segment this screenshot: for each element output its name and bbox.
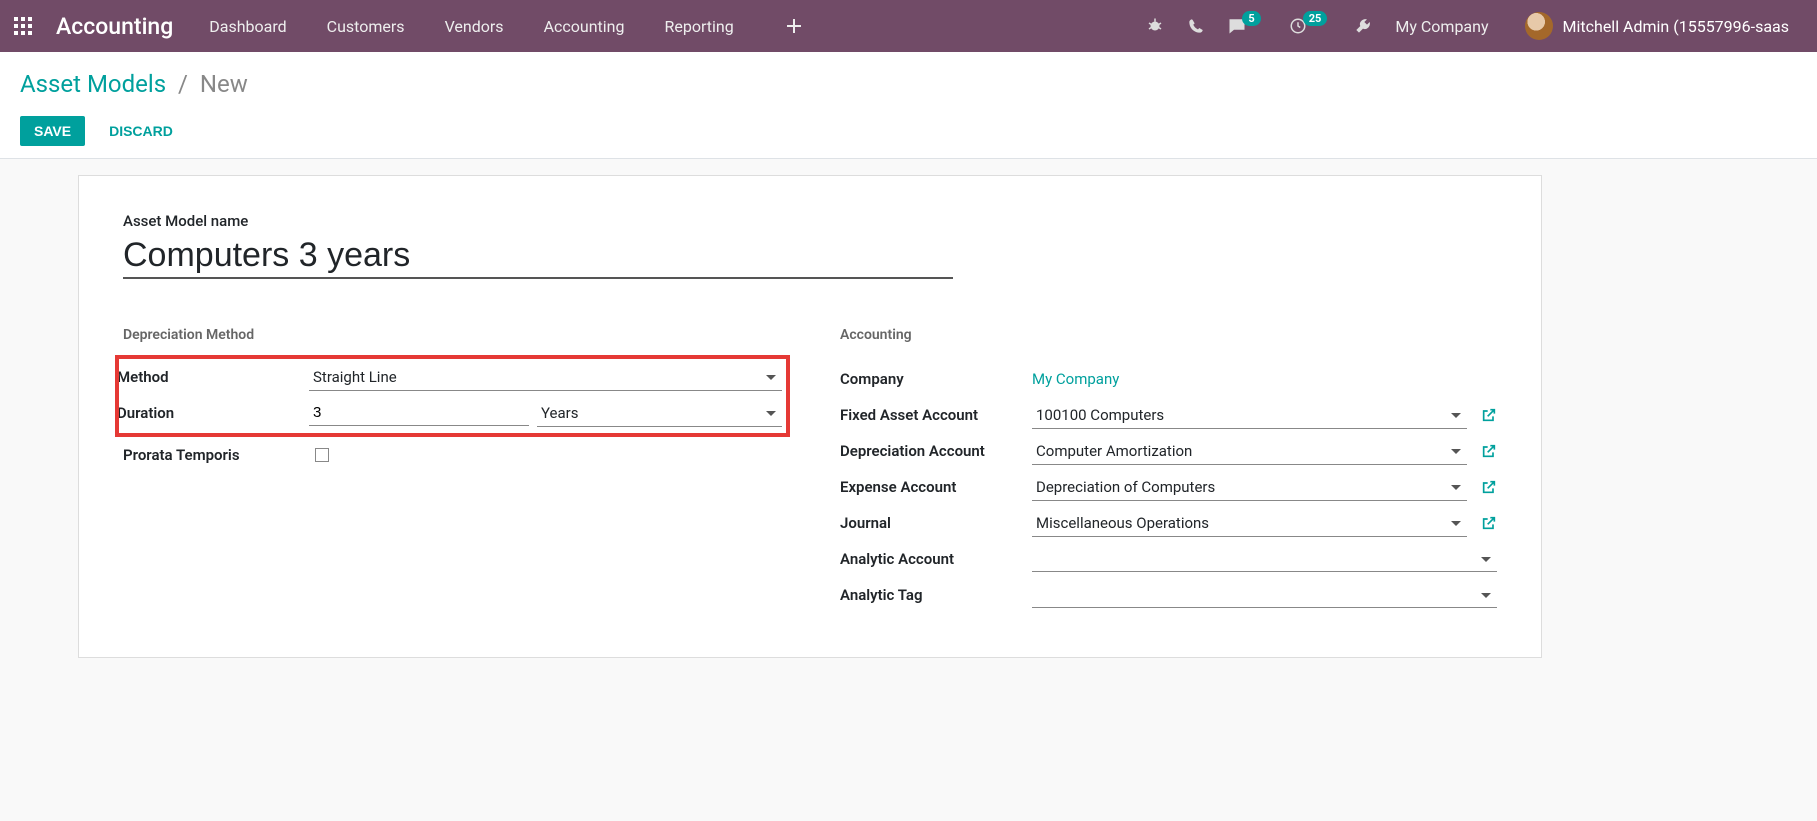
journal-label: Journal: [840, 514, 1032, 532]
deprec-acc-label: Depreciation Account: [840, 442, 1032, 460]
messages-badge: 5: [1242, 11, 1260, 26]
nav-new-button[interactable]: [786, 18, 802, 34]
duration-number-input[interactable]: [309, 400, 529, 426]
bug-icon: [1146, 17, 1164, 35]
breadcrumb-root[interactable]: Asset Models: [20, 70, 166, 98]
company-value-link[interactable]: My Company: [1032, 370, 1119, 388]
user-menu[interactable]: Mitchell Admin (15557996-saas: [1525, 12, 1789, 40]
prorata-label: Prorata Temporis: [123, 446, 315, 464]
deprec-acc-select[interactable]: Computer Amortization: [1032, 438, 1467, 465]
phone-icon: [1188, 18, 1204, 34]
highlight-annotation: Method Straight Line Duration Years: [117, 357, 788, 435]
method-label: Method: [117, 368, 309, 386]
journal-select[interactable]: Miscellaneous Operations: [1032, 510, 1467, 537]
fixed-asset-select[interactable]: 100100 Computers: [1032, 402, 1467, 429]
name-input[interactable]: [123, 234, 953, 279]
user-name: Mitchell Admin (15557996-saas: [1563, 17, 1789, 36]
name-field-label: Asset Model name: [123, 212, 1497, 230]
expense-acc-select[interactable]: Depreciation of Computers: [1032, 474, 1467, 501]
fixed-asset-external[interactable]: [1481, 407, 1497, 423]
external-link-icon: [1481, 479, 1497, 495]
breadcrumb: Asset Models / New: [20, 70, 1797, 98]
external-link-icon: [1481, 515, 1497, 531]
depreciation-group-title: Depreciation Method: [123, 327, 780, 343]
activities-badge: 25: [1303, 11, 1328, 26]
debug-button[interactable]: [1146, 17, 1164, 35]
wrench-icon: [1355, 18, 1371, 34]
fixed-asset-label: Fixed Asset Account: [840, 406, 1032, 424]
form-buttons: SAVE DISCARD: [20, 116, 1797, 146]
plus-icon: [786, 18, 802, 34]
analytic-acc-label: Analytic Account: [840, 550, 1032, 568]
breadcrumb-current: New: [200, 70, 248, 98]
save-button[interactable]: SAVE: [20, 116, 85, 146]
journal-external[interactable]: [1481, 515, 1497, 531]
company-label: Company: [840, 370, 1032, 388]
analytic-acc-select[interactable]: [1032, 546, 1497, 572]
nav-item-dashboard[interactable]: Dashboard: [209, 17, 286, 36]
company-name: My Company: [1395, 17, 1488, 36]
company-switcher[interactable]: My Company: [1395, 17, 1488, 36]
deprec-acc-external[interactable]: [1481, 443, 1497, 459]
external-link-icon: [1481, 443, 1497, 459]
activities-button[interactable]: 25: [1289, 17, 1332, 35]
method-select[interactable]: Straight Line: [309, 364, 782, 391]
form-area: Asset Model name Depreciation Method Met…: [0, 159, 1817, 688]
nav-item-accounting[interactable]: Accounting: [544, 17, 625, 36]
avatar: [1525, 12, 1553, 40]
tools-button[interactable]: [1355, 18, 1371, 34]
expense-acc-external[interactable]: [1481, 479, 1497, 495]
nav-item-vendors[interactable]: Vendors: [445, 17, 504, 36]
nav-item-reporting[interactable]: Reporting: [664, 17, 733, 36]
breadcrumb-sep: /: [178, 70, 188, 98]
accounting-group-title: Accounting: [840, 327, 1497, 343]
messages-button[interactable]: 5: [1228, 17, 1264, 35]
analytic-tag-select[interactable]: [1032, 582, 1497, 608]
accounting-group: Accounting Company My Company Fixed Asse…: [840, 327, 1497, 613]
phone-button[interactable]: [1188, 18, 1204, 34]
form-sheet: Asset Model name Depreciation Method Met…: [78, 175, 1542, 658]
control-panel: Asset Models / New SAVE DISCARD: [0, 52, 1817, 159]
prorata-checkbox[interactable]: [315, 448, 329, 462]
duration-label: Duration: [117, 404, 309, 422]
depreciation-group: Depreciation Method Method Straight Line…: [123, 327, 780, 613]
apps-grid-icon: [14, 17, 32, 35]
duration-unit-select[interactable]: Years: [537, 400, 782, 427]
discard-button[interactable]: DISCARD: [95, 116, 187, 146]
analytic-tag-label: Analytic Tag: [840, 586, 1032, 604]
top-navbar: Accounting Dashboard Customers Vendors A…: [0, 0, 1817, 52]
nav-item-customers[interactable]: Customers: [327, 17, 405, 36]
expense-acc-label: Expense Account: [840, 478, 1032, 496]
external-link-icon: [1481, 407, 1497, 423]
apps-launcher-button[interactable]: [10, 13, 36, 39]
app-title[interactable]: Accounting: [56, 13, 173, 40]
